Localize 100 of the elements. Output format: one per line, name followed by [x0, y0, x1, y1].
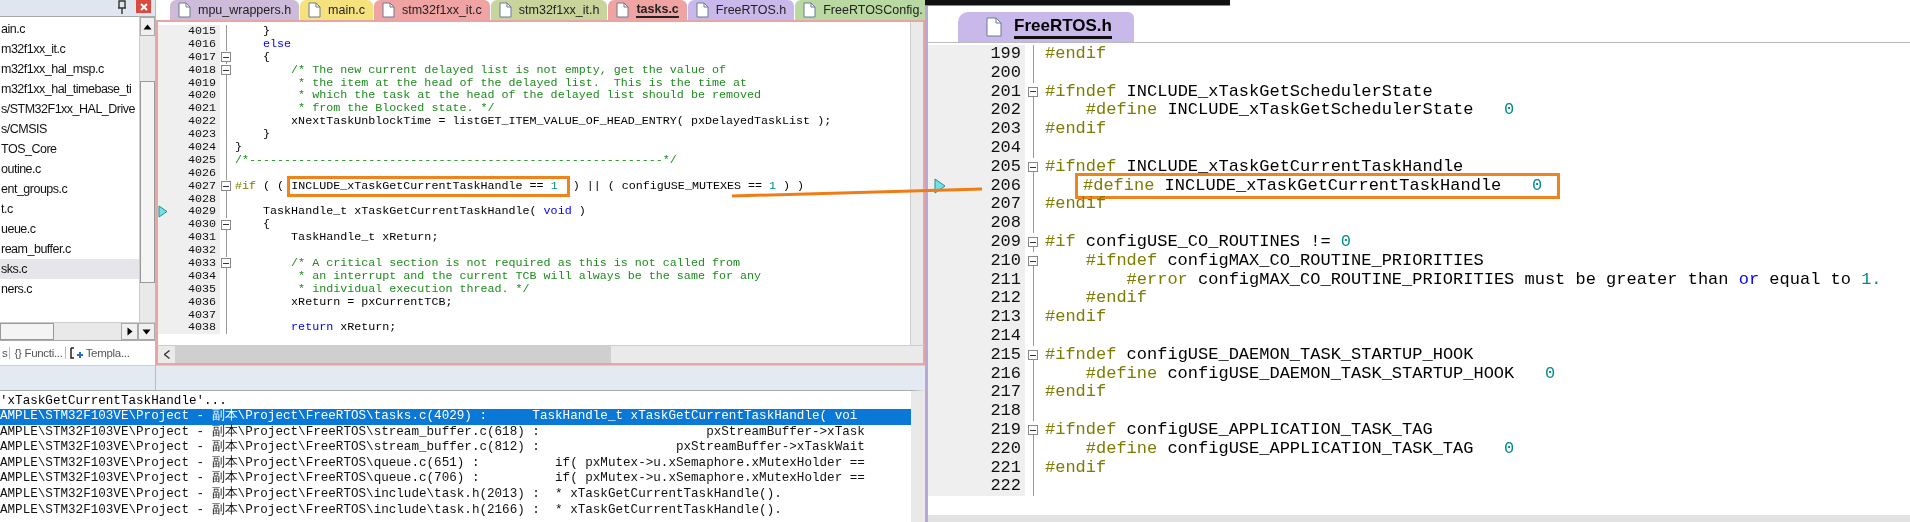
- code-text: #ifndef configMAX_CO_ROUTINE_PRIORITIES: [1084, 251, 1484, 271]
- file-icon: [381, 2, 395, 18]
- line-number: 4028: [186, 192, 217, 206]
- down-arrow-icon[interactable]: [142, 328, 151, 335]
- scrollbar-thumb[interactable]: [0, 323, 54, 340]
- line-number: 4032: [186, 244, 217, 258]
- collapse-icon[interactable]: [221, 219, 231, 230]
- code-text: }: [262, 128, 271, 142]
- search-result[interactable]: AMPLE\STM32F103VE\Project - 副本\Project\FreeRTOS\queue.c(651) : if( pxMutex->u.xSemaphore.xMutexHolder ==: [0, 455, 911, 472]
- tree-item[interactable]: ream_buffer.c: [0, 239, 139, 259]
- collapse-icon[interactable]: [221, 52, 231, 63]
- tree-item[interactable]: ain.c: [0, 19, 139, 39]
- line-number: 217: [989, 383, 1022, 403]
- tree-item[interactable]: outine.c: [0, 159, 139, 179]
- editor-tab[interactable]: FreeRTOS.h: [687, 0, 795, 20]
- code-text: * the item at the head of the delayed list. This is the time at: [297, 76, 747, 90]
- scrollbar[interactable]: [925, 515, 1910, 522]
- editor-tab[interactable]: stm32f1xx_it.c: [373, 0, 490, 20]
- search-result[interactable]: AMPLE\STM32F103VE\Project - 副本\Project\FreeRTOS\include\task.h(2013) : * xTaskGetCurrentTaskHandle().: [0, 486, 911, 503]
- tree-item[interactable]: ners.c: [0, 279, 139, 299]
- scrollbar[interactable]: [139, 17, 155, 322]
- collapse-icon[interactable]: [221, 181, 231, 192]
- right-arrow-icon[interactable]: [126, 327, 133, 336]
- line-number: 4033: [186, 257, 217, 270]
- search-result[interactable]: AMPLE\STM32F103VE\Project - 副本\Project\FreeRTOS\stream_buffer.c(618) : pxStreamBuffer->xTask: [0, 424, 911, 441]
- line-number: 213: [989, 308, 1022, 327]
- panel-tab[interactable]: Templa...: [67, 347, 132, 359]
- search-result[interactable]: AMPLE\STM32F103VE\Project - 副本\Project\FreeRTOS\stream_buffer.c(812) : pxStreamBuffer->xTaskWait: [0, 440, 911, 456]
- line-number: 4037: [186, 308, 217, 322]
- line-number: 4019: [186, 76, 217, 90]
- code-text: #endif: [1045, 458, 1107, 478]
- line-number: 4035: [186, 282, 217, 296]
- scrollbar[interactable]: [910, 22, 923, 345]
- close-button[interactable]: [136, 0, 151, 13]
- code-text: * from the Blocked state. */: [297, 102, 495, 116]
- file-icon: [308, 2, 322, 18]
- code-text: #error configMAX_CO_ROUTINE_PRIORITIES must be greater than or equal to 1.: [1125, 270, 1882, 290]
- code-text: #if configUSE_CO_ROUTINES != 0: [1045, 232, 1352, 252]
- code-text: * an interrupt and the current TCB will always be the same for any: [297, 269, 762, 283]
- code-text: }: [262, 25, 271, 38]
- collapse-icon[interactable]: [1028, 87, 1038, 97]
- search-result[interactable]: AMPLE\STM32F103VE\Project - 副本\Project\FreeRTOS\include\task.h(2166) : * xTaskGetCurrentTaskHandle().: [0, 502, 911, 519]
- tree-item[interactable]: m32f1xx_hal_msp.c: [0, 59, 139, 79]
- search-result[interactable]: AMPLE\STM32F103VE\Project - 副本\Project\FreeRTOS\queue.c(706) : if( pxMutex->u.xSemaphore.xMutexHolder ==: [0, 471, 911, 487]
- search-result[interactable]: AMPLE\STM32F103VE\Project - 副本\Project\FreeRTOS\tasks.c(4029) : TaskHandle_t xTaskGetCurrentTaskHandle( voi: [0, 409, 911, 425]
- tree-item[interactable]: ueue.c: [0, 219, 139, 239]
- line-number: 202: [989, 101, 1022, 121]
- panel-tab[interactable]: {} Functi...: [12, 347, 66, 359]
- line-number: 211: [989, 270, 1022, 290]
- code-text: #ifndef INCLUDE_xTaskGetSchedulerState: [1045, 82, 1433, 102]
- line-number: 4017: [186, 50, 217, 64]
- code-text: return xReturn;: [290, 321, 397, 335]
- tree-item[interactable]: s/CMSIS: [0, 119, 139, 139]
- up-arrow-icon[interactable]: [143, 23, 152, 30]
- code-text: #if ( (: [235, 179, 286, 193]
- line-number: 4022: [186, 115, 217, 129]
- tree-item[interactable]: TOS_Core: [0, 139, 139, 159]
- code-text: /* A critical section is not required as this is not called from: [290, 257, 740, 270]
- tree-item[interactable]: m32f1xx_hal_timebase_ti: [0, 79, 139, 99]
- line-number: 4025: [186, 153, 217, 167]
- editor-tab[interactable]: FreeRTOS.h: [958, 12, 1134, 42]
- collapse-icon[interactable]: [221, 258, 231, 269]
- code-text: ) || ( configUSE_MUTEXES == 1 ) ): [571, 179, 805, 193]
- collapse-icon[interactable]: [1028, 237, 1038, 248]
- editor-tab[interactable]: FreeRTOSConfig.: [795, 0, 925, 20]
- panel-tab[interactable]: s: [0, 347, 11, 359]
- code-text: /*-----------------------------------------------------------*/: [235, 153, 677, 167]
- tree-item[interactable]: sks.c: [0, 259, 139, 279]
- editor-tab[interactable]: stm32f1xx_it.h: [490, 0, 608, 20]
- tree-item[interactable]: ent_groups.c: [0, 179, 139, 199]
- collapse-icon[interactable]: [1028, 425, 1038, 436]
- line-number: 220: [989, 439, 1022, 459]
- code-text: #endif: [1045, 308, 1107, 327]
- line-number: 4024: [186, 141, 217, 154]
- tree-item[interactable]: t.c: [0, 199, 139, 219]
- scrollbar-thumb[interactable]: [175, 346, 611, 363]
- code-text: #ifndef INCLUDE_xTaskGetCurrentTaskHandle: [1045, 157, 1464, 177]
- code-text: {: [262, 50, 271, 64]
- editor-tab[interactable]: main.c: [300, 0, 373, 20]
- editor-tab[interactable]: tasks.c: [608, 0, 687, 20]
- line-number: 209: [989, 232, 1022, 252]
- pin-icon[interactable]: [117, 0, 127, 14]
- collapse-icon[interactable]: [1028, 350, 1038, 361]
- code-text: #endif: [1084, 289, 1148, 309]
- collapse-icon[interactable]: [1028, 162, 1038, 173]
- line-number: 212: [989, 289, 1022, 309]
- line-number: 4029: [186, 205, 217, 219]
- code-text: #ifndef configUSE_DAEMON_TASK_STARTUP_HOOK: [1045, 345, 1474, 365]
- collapse-icon[interactable]: [1028, 256, 1038, 267]
- line-number: 218: [989, 402, 1022, 421]
- line-number: 201: [989, 82, 1022, 102]
- scrollbar-thumb[interactable]: [140, 81, 155, 283]
- editor-tab[interactable]: mpu_wrappers.h: [170, 0, 300, 20]
- code-text: /* The new current delayed list is not empty, get the value of: [290, 63, 726, 77]
- collapse-icon[interactable]: [221, 65, 231, 76]
- tree-item[interactable]: m32f1xx_it.c: [0, 39, 139, 59]
- tree-item[interactable]: s/STM32F1xx_HAL_Drive: [0, 99, 139, 119]
- file-icon: [498, 2, 512, 18]
- search-query-text: 'xTaskGetCurrentTaskHandle'...: [0, 393, 228, 409]
- line-number: 4016: [186, 37, 217, 51]
